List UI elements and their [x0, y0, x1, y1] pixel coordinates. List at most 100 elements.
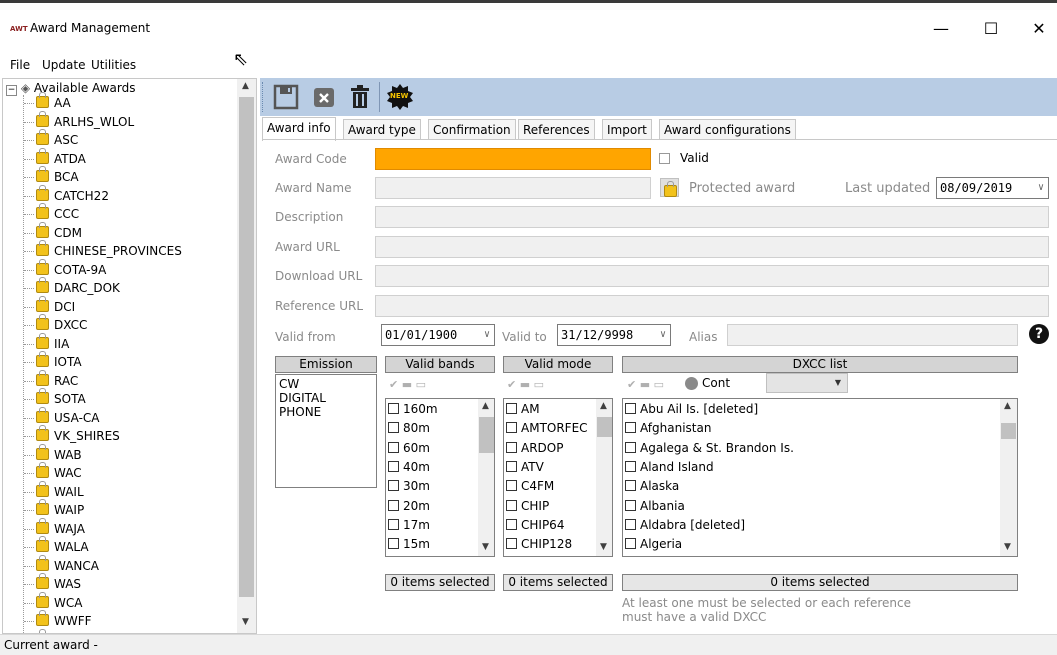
tree-item-award[interactable]: WAIP [36, 499, 84, 518]
scroll-down-icon[interactable]: ▼ [242, 617, 249, 627]
dxcc-item[interactable]: Alaska [625, 479, 679, 493]
chevron-down-icon[interactable]: ∨ [484, 325, 490, 345]
band-item[interactable]: 40m [388, 460, 430, 474]
award-name-input[interactable] [375, 177, 651, 199]
mode-item[interactable]: ARDOP [506, 441, 563, 455]
emission-item[interactable]: CW [279, 377, 299, 391]
band-item[interactable]: 30m [388, 479, 430, 493]
emission-item[interactable]: PHONE [279, 405, 321, 419]
award-url-input[interactable] [375, 236, 1049, 258]
valid-to-date[interactable]: 31/12/9998 ∨ [557, 324, 671, 346]
checkbox[interactable] [625, 422, 636, 434]
tree-item-award[interactable]: WCA [36, 591, 82, 611]
tree-item-award[interactable]: WAIL [36, 480, 84, 500]
award-code-input[interactable] [375, 148, 651, 170]
emission-item[interactable]: DIGITAL [279, 391, 326, 405]
dxcc-scrollbar[interactable]: ▲ ▼ [1000, 399, 1017, 556]
band-item[interactable]: 60m [388, 441, 430, 455]
dxcc-item[interactable]: Aldabra [deleted] [625, 518, 745, 532]
tree-item-award[interactable]: RAC [36, 369, 78, 389]
mode-item[interactable]: C4FM [506, 479, 554, 493]
checkbox[interactable] [388, 460, 399, 472]
dxcc-item[interactable]: Aland Island [625, 460, 714, 474]
checkbox[interactable] [388, 422, 399, 434]
scroll-up-icon[interactable]: ▲ [600, 401, 607, 411]
save-icon[interactable] [273, 84, 299, 110]
dxcc-item[interactable]: Algeria [625, 537, 682, 551]
new-award-button[interactable]: NEW [387, 84, 413, 110]
chevron-down-icon[interactable]: ∨ [660, 325, 666, 345]
checkbox[interactable] [506, 460, 517, 472]
tab-award-info[interactable]: Award info [262, 117, 336, 141]
band-item[interactable]: 20m [388, 499, 430, 513]
checkbox[interactable] [506, 422, 517, 434]
dxcc-item[interactable]: Abu Ail Is. [deleted] [625, 402, 758, 416]
mode-item[interactable]: AMTORFEC [506, 421, 588, 435]
tree-item-award[interactable]: ASC [36, 129, 78, 148]
tree-item-award[interactable]: COTA-9A [36, 258, 106, 278]
alias-input[interactable] [727, 324, 1018, 346]
checkbox[interactable] [625, 518, 636, 530]
checkbox[interactable] [506, 403, 517, 414]
close-button[interactable]: ✕ [1016, 14, 1057, 44]
scroll-up-icon[interactable]: ▲ [482, 401, 489, 411]
scroll-down-icon[interactable]: ▼ [482, 542, 489, 552]
protected-award-toggle[interactable] [660, 178, 679, 197]
bands-list[interactable]: 160m 80m 60m 40m 30m 20m 17m 15m ▲ ▼ [385, 398, 495, 557]
tree-item-award[interactable]: DXCC [36, 314, 87, 333]
tree-item-award[interactable]: WAS [36, 573, 81, 592]
dxcc-item[interactable]: Agalega & St. Brandon Is. [625, 441, 794, 455]
checkbox[interactable] [506, 499, 517, 511]
tab-award-configurations[interactable]: Award configurations [659, 119, 796, 140]
tab-confirmation[interactable]: Confirmation [428, 119, 516, 140]
tree-item-award[interactable]: WANCA [36, 554, 99, 574]
dxcc-scroll-thumb[interactable] [1001, 423, 1016, 439]
checkbox[interactable] [388, 441, 399, 453]
band-item[interactable]: 80m [388, 421, 430, 435]
checkbox[interactable] [388, 480, 399, 492]
tree-item-award[interactable]: AA [36, 92, 71, 111]
checkbox[interactable] [506, 538, 517, 550]
tree-item-award[interactable]: WWFF [36, 610, 92, 629]
checkbox[interactable] [625, 538, 636, 550]
dropdown-arrow-icon[interactable]: ▼ [835, 378, 841, 387]
chevron-down-icon[interactable]: ∨ [1038, 178, 1044, 198]
tree-item-award[interactable]: WAJA [36, 517, 85, 537]
tree-item-award[interactable]: VK_SHIRES [36, 425, 120, 444]
band-item[interactable]: 17m [388, 518, 430, 532]
tree-item-award[interactable]: WAB [36, 443, 82, 463]
checkbox[interactable] [506, 518, 517, 530]
mode-item[interactable]: ATV [506, 460, 544, 474]
tree-item-award[interactable]: CHINESE_PROVINCES [36, 240, 182, 259]
help-icon[interactable]: ? [1029, 324, 1049, 344]
emission-list[interactable]: CW DIGITAL PHONE [275, 374, 377, 488]
minimize-button[interactable]: — [918, 14, 964, 44]
collapse-icon[interactable]: − [6, 85, 17, 96]
valid-checkbox[interactable] [659, 153, 670, 164]
modes-select-tools[interactable]: ✔ ▬ ▭ [507, 378, 544, 391]
tree-item-award[interactable]: IIA [36, 332, 69, 352]
tree-item-award[interactable]: CATCH22 [36, 184, 109, 204]
mode-item[interactable]: CHIP [506, 499, 549, 513]
tree-item-award[interactable]: DARC_DOK [36, 277, 120, 296]
dxcc-item[interactable]: Albania [625, 499, 685, 513]
last-updated-date[interactable]: 08/09/2019 ∨ [936, 177, 1049, 199]
tree-item-award[interactable]: ARLHS_WLOL [36, 110, 134, 130]
modes-list[interactable]: AM AMTORFEC ARDOP ATV C4FM CHIP CHIP64 CHIP128 … [503, 398, 613, 557]
tab-import[interactable]: Import [602, 119, 652, 140]
scroll-up-icon[interactable]: ▲ [242, 81, 249, 91]
scroll-up-icon[interactable]: ▲ [1004, 401, 1011, 411]
scroll-down-icon[interactable]: ▼ [600, 542, 607, 552]
continent-select[interactable]: ▼ [766, 373, 848, 393]
tree-item-award[interactable]: DCI [36, 295, 75, 315]
checkbox[interactable] [625, 403, 636, 414]
tree-item-award[interactable]: IOTA [36, 351, 82, 370]
tree-item-award[interactable]: USA-CA [36, 406, 100, 426]
checkbox[interactable] [625, 480, 636, 492]
dxcc-select-tools[interactable]: ✔ ▬ ▭ [627, 378, 664, 391]
checkbox[interactable] [625, 441, 636, 453]
awards-tree[interactable]: − ◈ Available Awards AA ARLHS_WLOL ASC ATDA… [2, 78, 257, 634]
checkbox[interactable] [506, 441, 517, 453]
mode-item[interactable]: CHIP128 [506, 537, 572, 551]
tree-item-award[interactable]: BCA [36, 166, 79, 185]
